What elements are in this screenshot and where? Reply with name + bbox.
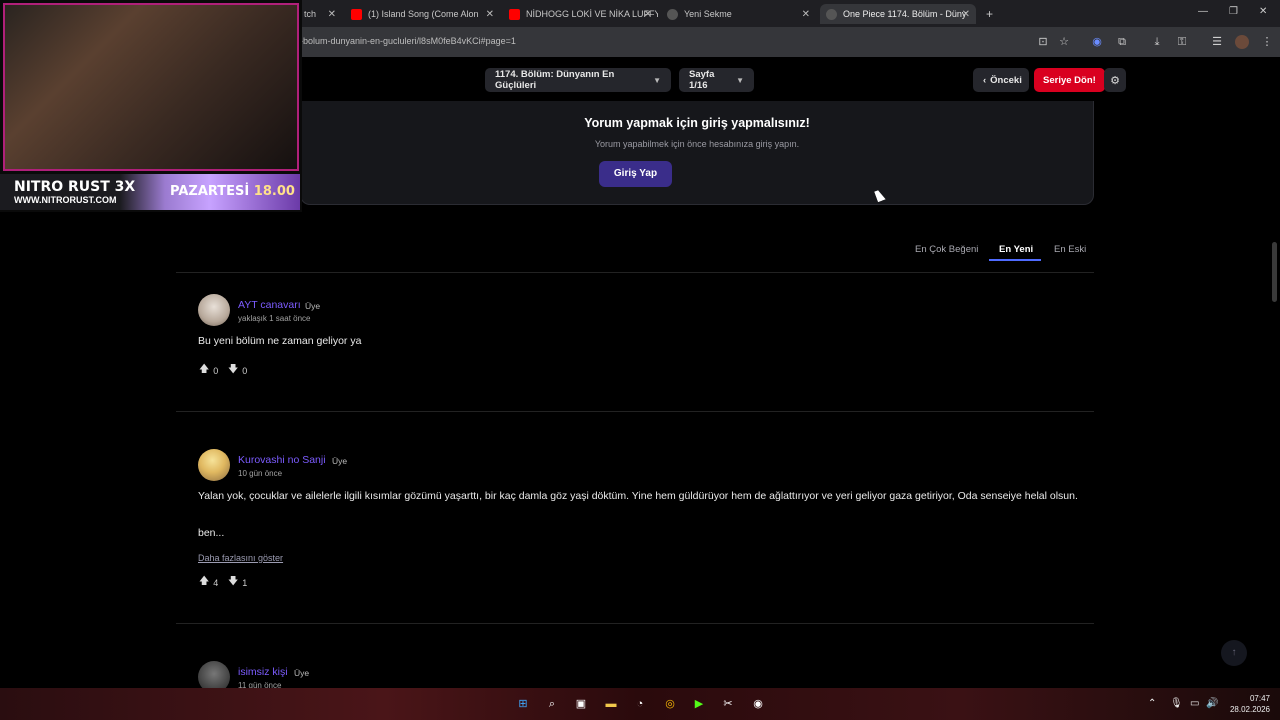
banner-title: NITRO RUST 3X [14, 179, 136, 195]
role-badge: Üye [294, 668, 310, 678]
globe-icon [826, 8, 837, 20]
arrow-up-icon: ↑ [1231, 647, 1237, 658]
arrow-down-icon: 🡇 [228, 576, 239, 587]
login-prompt-title: Yorum yapmak için giriş yapmalısınız! [584, 116, 810, 130]
tab-one-piece[interactable]: One Piece 1174. Bölüm - Düny ✕ [820, 4, 976, 24]
login-prompt-subtitle: Yorum yapabilmek için önce hesabınıza gi… [594, 139, 800, 149]
file-explorer-icon[interactable]: ▬ [603, 696, 619, 712]
divider [176, 411, 1094, 412]
sort-newest[interactable]: En Yeni [999, 244, 1033, 255]
system-clock[interactable]: 07:47 28.02.2026 [1230, 693, 1270, 715]
stream-banner: NITRO RUST 3X WWW.NITRORUST.COM PAZARTES… [0, 174, 300, 210]
display-icon[interactable]: ▭ [1190, 698, 1199, 709]
close-icon[interactable]: ✕ [962, 9, 970, 20]
download-icon[interactable]: ⤓ [1150, 35, 1164, 49]
search-icon[interactable]: ⌕ [544, 696, 560, 712]
close-icon[interactable]: ✕ [486, 9, 494, 20]
show-more-link[interactable]: Daha fazlasını göster [198, 553, 283, 563]
banner-url: WWW.NITRORUST.COM [14, 195, 117, 205]
minimize-icon[interactable]: — [1198, 6, 1208, 17]
close-icon[interactable]: ✕ [328, 9, 336, 20]
extension-icon[interactable]: ◉ [1090, 35, 1104, 49]
sort-most-liked[interactable]: En Çok Beğeni [915, 244, 978, 255]
arrow-down-icon: 🡇 [228, 364, 239, 375]
login-prompt: Yorum yapmak için giriş yapmalısınız! Yo… [300, 101, 1094, 205]
comment-username[interactable]: Kurovashi no Sanji [238, 454, 326, 466]
downvote-button[interactable]: 🡇 1 [228, 574, 247, 591]
windows-start-icon[interactable]: ⊞ [515, 696, 531, 712]
avatar[interactable] [198, 294, 230, 326]
comment-time: 10 gün önce [238, 469, 283, 478]
password-key-icon[interactable]: ⚿ [1175, 35, 1189, 49]
url-field[interactable]: -bolum-dunyanin-en-gucluleri/l8sM0feB4vK… [300, 36, 516, 46]
close-icon[interactable]: ✕ [802, 9, 810, 20]
webcam-feed [3, 3, 299, 171]
chrome-icon [667, 8, 678, 20]
divider [176, 272, 1094, 273]
episode-select[interactable]: 1174. Bölüm: Dünyanın En Güçlüleri ▼ [485, 68, 671, 92]
comment-time: yaklaşık 1 saat önce [238, 314, 311, 323]
comment-username[interactable]: AYT canavarı [238, 299, 301, 311]
webcam-overlay: NITRO RUST 3X WWW.NITRORUST.COM PAZARTES… [0, 0, 302, 212]
downvote-button[interactable]: 🡇 0 [228, 362, 247, 379]
microphone-icon[interactable]: 🎙 [1170, 698, 1183, 709]
bookmark-star-icon[interactable]: ☆ [1057, 35, 1071, 49]
install-app-icon[interactable]: ⊡ [1036, 35, 1050, 49]
comment-text: Yalan yok, çocuklar ve ailelerle ilgili … [198, 490, 1078, 502]
avatar[interactable] [198, 449, 230, 481]
tab-twitch[interactable]: tch ✕ [298, 4, 342, 24]
close-window-icon[interactable]: ✕ [1259, 6, 1267, 17]
scroll-to-top-button[interactable]: ↑ [1221, 640, 1247, 666]
role-badge: Üye [332, 456, 348, 466]
capcut-icon[interactable]: ✂ [720, 696, 736, 712]
page-select[interactable]: Sayfa 1/16 ▼ [679, 68, 754, 92]
obs-icon[interactable]: ◉ [750, 696, 766, 712]
banner-schedule: PAZARTESİ 18.00 [170, 184, 295, 199]
youtube-icon [351, 8, 362, 20]
extensions-puzzle-icon[interactable]: ⧉ [1115, 35, 1129, 49]
reading-list-icon[interactable]: ☰ [1210, 35, 1224, 49]
chrome-icon[interactable]: ◎ [662, 696, 678, 712]
profile-avatar-icon[interactable] [1235, 35, 1249, 49]
settings-gear-icon[interactable]: ⚙ [1104, 68, 1126, 92]
steam-icon[interactable]: ◔ [632, 696, 648, 712]
sort-oldest[interactable]: En Eski [1054, 244, 1086, 255]
arrow-up-icon: 🡅 [199, 364, 210, 375]
upvote-button[interactable]: 🡅 0 [199, 362, 218, 379]
back-to-series-button[interactable]: Seriye Dön! [1034, 68, 1105, 92]
arrow-up-icon: 🡅 [199, 576, 210, 587]
taskbar: ⊞ ⌕ ▣ ▬ ◔ ◎ ▶ ✂ ◉ ⌃ 🎙 ▭ 🔊 07:47 28.02.20… [0, 688, 1280, 720]
volume-icon[interactable]: 🔊 [1206, 698, 1218, 709]
youtube-icon [509, 8, 520, 20]
active-tab-indicator [989, 259, 1041, 261]
comment-text: Bu yeni bölüm ne zaman geliyor ya [198, 335, 362, 347]
role-badge: Üye [305, 301, 321, 311]
restore-icon[interactable]: ❐ [1229, 6, 1238, 17]
divider [176, 623, 1094, 624]
comment-text-more: ben... [198, 527, 225, 539]
new-tab-button[interactable]: + [980, 4, 998, 24]
tab-island-song[interactable]: (1) Island Song (Come Alon ✕ [345, 4, 500, 24]
scrollbar-thumb[interactable] [1272, 242, 1277, 302]
upvote-button[interactable]: 🡅 4 [199, 574, 218, 591]
previous-button[interactable]: ‹ Önceki [973, 68, 1029, 92]
tab-nidhogg[interactable]: NİDHOGG LOKİ VE NİKA LUFFY ✕ [503, 4, 658, 24]
comment-username[interactable]: isimsiz kişi [238, 666, 288, 678]
login-button[interactable]: Giriş Yap [599, 161, 672, 187]
chevron-left-icon: ‹ [983, 74, 987, 86]
chevron-down-icon: ▼ [653, 75, 661, 85]
close-icon[interactable]: ✕ [644, 9, 652, 20]
chevron-down-icon: ▼ [736, 75, 744, 85]
menu-dots-icon[interactable]: ⋮ [1260, 35, 1274, 49]
tab-new-tab[interactable]: Yeni Sekme ✕ [661, 4, 816, 24]
tray-chevron-up-icon[interactable]: ⌃ [1148, 698, 1156, 709]
task-view-icon[interactable]: ▣ [573, 696, 589, 712]
media-player-icon[interactable]: ▶ [691, 696, 707, 712]
